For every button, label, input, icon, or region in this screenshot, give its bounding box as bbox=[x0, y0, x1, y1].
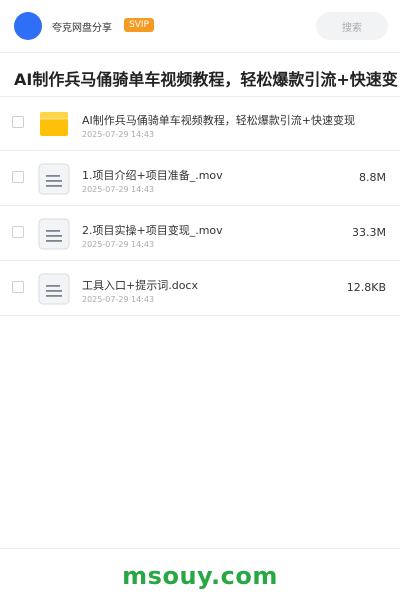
file-list: AI制作兵马俑骑单车视频教程，轻松爆款引流+快速变现 2025-07-29 14… bbox=[0, 96, 400, 316]
folder-icon bbox=[40, 112, 68, 136]
select-checkbox[interactable] bbox=[12, 226, 24, 238]
file-name: 2.项目实操+项目变现_.mov bbox=[82, 224, 223, 237]
page-title: AI制作兵马俑骑单车视频教程，轻松爆款引流+快速变现 bbox=[14, 70, 398, 89]
file-size: 8.8M bbox=[359, 171, 386, 184]
file-name: AI制作兵马俑骑单车视频教程，轻松爆款引流+快速变现 bbox=[82, 114, 355, 127]
select-checkbox[interactable] bbox=[12, 281, 24, 293]
list-item[interactable]: 2.项目实操+项目变现_.mov 2025-07-29 14:43 33.3M bbox=[0, 206, 400, 261]
file-name: 工具入口+提示词.docx bbox=[82, 279, 198, 292]
header-divider bbox=[0, 52, 400, 53]
document-icon bbox=[38, 163, 70, 195]
list-item[interactable]: AI制作兵马俑骑单车视频教程，轻松爆款引流+快速变现 2025-07-29 14… bbox=[0, 96, 400, 151]
list-item[interactable]: 工具入口+提示词.docx 2025-07-29 14:43 12.8KB bbox=[0, 261, 400, 316]
file-date: 2025-07-29 14:43 bbox=[82, 185, 155, 194]
app-header: 夸克网盘分享 SVIP 搜索 bbox=[0, 0, 400, 52]
brand-name: 夸克网盘分享 bbox=[52, 23, 112, 34]
search-button[interactable]: 搜索 bbox=[316, 12, 388, 40]
select-checkbox[interactable] bbox=[12, 116, 24, 128]
file-date: 2025-07-29 14:43 bbox=[82, 240, 155, 249]
file-date: 2025-07-29 14:43 bbox=[82, 295, 155, 304]
footer-divider bbox=[0, 548, 400, 549]
file-name: 1.项目介绍+项目准备_.mov bbox=[82, 169, 223, 182]
svip-badge: SVIP bbox=[124, 18, 154, 32]
document-icon bbox=[38, 218, 70, 250]
list-item[interactable]: 1.项目介绍+项目准备_.mov 2025-07-29 14:43 8.8M bbox=[0, 151, 400, 206]
document-icon bbox=[38, 273, 70, 305]
file-size: 33.3M bbox=[352, 226, 386, 239]
avatar[interactable] bbox=[14, 12, 42, 40]
watermark: msouy.com bbox=[122, 562, 278, 590]
file-size: 12.8KB bbox=[346, 281, 386, 294]
file-date: 2025-07-29 14:43 bbox=[82, 130, 155, 139]
search-label: 搜索 bbox=[342, 22, 362, 34]
select-checkbox[interactable] bbox=[12, 171, 24, 183]
